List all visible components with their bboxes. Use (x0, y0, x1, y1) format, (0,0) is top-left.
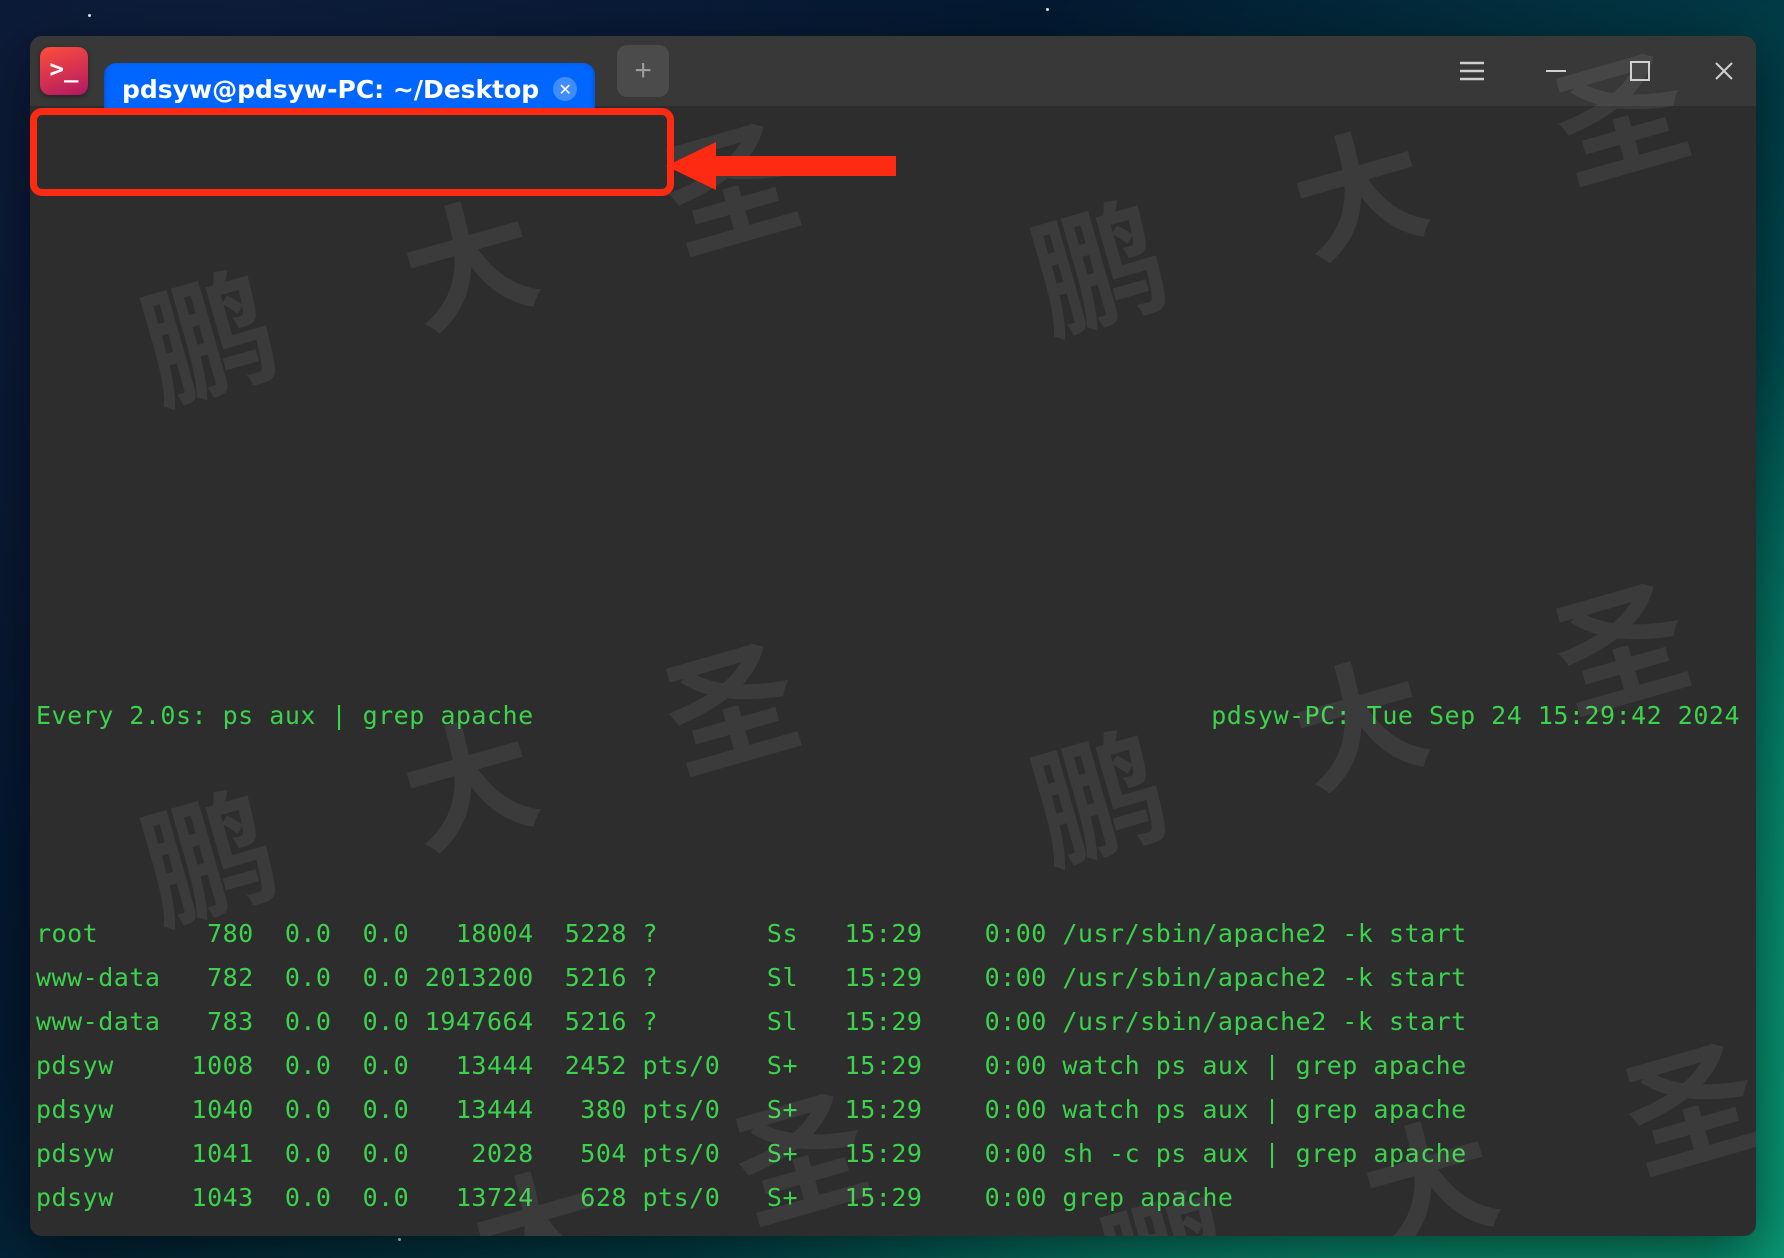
process-row: pdsyw 1041 0.0 0.0 2028 504 pts/0 S+ 15:… (36, 1132, 1750, 1176)
process-row: root 780 0.0 0.0 18004 5228 ? Ss 15:29 0… (36, 912, 1750, 956)
terminal-output-area[interactable]: 鹏 大 圣 鹏 大 圣 鹏 大 圣 鹏 大 圣 鹏 大 圣 鹏 大 圣 Ever… (30, 106, 1756, 1236)
annotation-arrow-icon (666, 136, 906, 196)
process-row: pdsyw 1040 0.0 0.0 13444 380 pts/0 S+ 15… (36, 1088, 1750, 1132)
process-list: root 780 0.0 0.0 18004 5228 ? Ss 15:29 0… (36, 912, 1750, 1220)
process-row: www-data 783 0.0 0.0 1947664 5216 ? Sl 1… (36, 1000, 1750, 1044)
tab-title: pdsyw@pdsyw-PC: ~/Desktop (122, 75, 539, 104)
minimize-button[interactable] (1534, 49, 1578, 93)
window-titlebar[interactable]: >_ pdsyw@pdsyw-PC: ~/Desktop ✕ + (30, 36, 1756, 106)
watch-host-time: pdsyw-PC: Tue Sep 24 15:29:42 2024 (1211, 694, 1740, 738)
annotation-highlight-box (30, 108, 674, 196)
decorative-star (398, 1238, 401, 1241)
process-row: pdsyw 1043 0.0 0.0 13724 628 pts/0 S+ 15… (36, 1176, 1750, 1220)
new-tab-button[interactable]: + (617, 45, 669, 97)
hamburger-menu-icon[interactable] (1450, 49, 1494, 93)
process-row: pdsyw 1008 0.0 0.0 13444 2452 pts/0 S+ 1… (36, 1044, 1750, 1088)
desktop-background: >_ pdsyw@pdsyw-PC: ~/Desktop ✕ + (0, 0, 1784, 1258)
terminal-app-icon: >_ (40, 47, 88, 95)
process-row: www-data 782 0.0 0.0 2013200 5216 ? Sl 1… (36, 956, 1750, 1000)
decorative-star (1046, 8, 1049, 11)
terminal-window: >_ pdsyw@pdsyw-PC: ~/Desktop ✕ + (30, 36, 1756, 1236)
maximize-button[interactable] (1618, 49, 1662, 93)
terminal-icon-glyph: >_ (50, 55, 79, 83)
decorative-star (88, 14, 91, 17)
window-controls (1450, 36, 1746, 106)
watch-header-row: Every 2.0s: ps aux | grep apache pdsyw-P… (36, 694, 1750, 738)
close-button[interactable] (1702, 49, 1746, 93)
watermark-text: 鹏 大 圣 (138, 646, 851, 889)
tab-close-button[interactable]: ✕ (553, 77, 577, 101)
watch-command-text: Every 2.0s: ps aux | grep apache (36, 694, 534, 738)
